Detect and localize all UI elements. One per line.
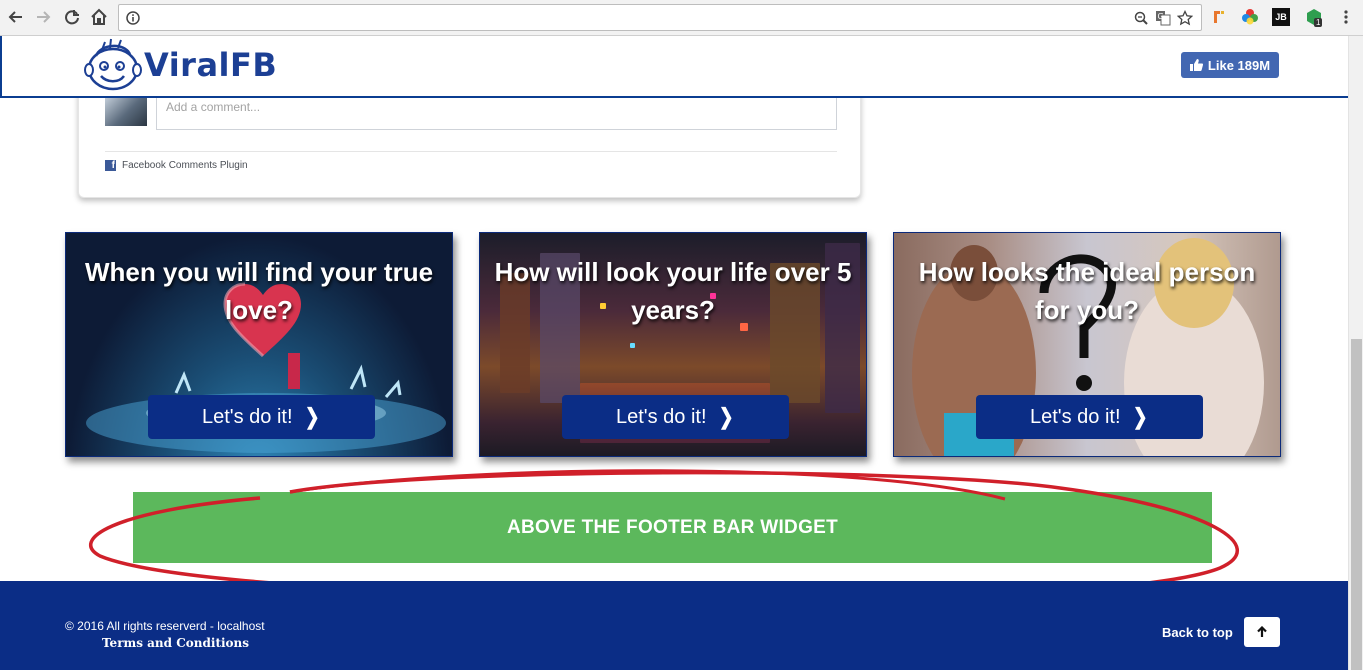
- back-icon[interactable]: [5, 6, 27, 28]
- lets-do-it-button[interactable]: Let's do it! ❯: [562, 395, 789, 439]
- forward-icon[interactable]: [32, 6, 54, 28]
- page-scrollbar[interactable]: [1348, 36, 1363, 670]
- button-label: Let's do it!: [202, 405, 293, 428]
- translate-icon[interactable]: G: [1154, 9, 1172, 27]
- quiz-card-life-five-years[interactable]: How will look your life over 5 years? Le…: [479, 232, 867, 457]
- facebook-icon: f: [105, 160, 116, 171]
- address-bar[interactable]: G: [118, 4, 1202, 31]
- logo-mascot-icon[interactable]: [84, 38, 142, 94]
- quiz-card-ideal-person[interactable]: How looks the ideal person for you? Let'…: [893, 232, 1281, 457]
- terms-link[interactable]: Terms and Conditions: [102, 636, 249, 650]
- extension-1-icon[interactable]: [1210, 8, 1228, 26]
- home-icon[interactable]: [88, 6, 110, 28]
- facebook-like-button[interactable]: Like 189M: [1181, 52, 1279, 78]
- svg-text:G: G: [1158, 12, 1164, 21]
- button-label: Let's do it!: [1030, 405, 1121, 428]
- chevron-right-icon: ❯: [718, 404, 734, 429]
- quiz-card-true-love[interactable]: When you will find your true love? Let's…: [65, 232, 453, 457]
- card-title: How will look your life over 5 years?: [494, 257, 852, 325]
- browser-toolbar: G JB 1: [0, 0, 1363, 36]
- avatar: [105, 94, 147, 126]
- card-title: When you will find your true love?: [84, 257, 434, 325]
- button-label: Let's do it!: [616, 405, 707, 428]
- facebook-comments-plugin-link[interactable]: f Facebook Comments Plugin: [105, 160, 248, 171]
- reload-icon[interactable]: [61, 6, 83, 28]
- chevron-right-icon: ❯: [1132, 404, 1148, 429]
- extension-badge: 1: [1314, 18, 1323, 27]
- back-to-top-label[interactable]: Back to top: [1162, 625, 1233, 640]
- extension-2-icon[interactable]: [1241, 8, 1259, 26]
- lets-do-it-button[interactable]: Let's do it! ❯: [148, 395, 375, 439]
- arrow-up-icon: [1257, 626, 1267, 637]
- above-footer-widget: ABOVE THE FOOTER BAR WIDGET: [133, 492, 1212, 563]
- thumbs-up-icon: [1189, 59, 1203, 71]
- info-icon[interactable]: [124, 9, 142, 27]
- card-title: How looks the ideal person for you?: [918, 257, 1256, 325]
- chevron-right-icon: ❯: [304, 404, 320, 429]
- back-to-top-button[interactable]: [1244, 617, 1280, 647]
- logo-text[interactable]: ViralFB: [144, 46, 277, 84]
- divider: [105, 151, 837, 152]
- jb-extension-icon[interactable]: JB: [1272, 8, 1290, 26]
- lets-do-it-button[interactable]: Let's do it! ❯: [976, 395, 1203, 439]
- site-footer: © 2016 All rights reserverd - localhost …: [0, 581, 1348, 670]
- like-count-label: Like 189M: [1207, 57, 1271, 73]
- copyright-text: © 2016 All rights reserverd - localhost: [65, 619, 265, 633]
- zoom-icon[interactable]: [1132, 9, 1150, 27]
- extension-4-icon[interactable]: 1: [1305, 8, 1323, 27]
- menu-icon[interactable]: [1337, 8, 1355, 26]
- plugin-label: Facebook Comments Plugin: [122, 160, 248, 171]
- site-header: ViralFB Like 189M: [0, 36, 1348, 98]
- scrollbar-thumb[interactable]: [1351, 339, 1362, 670]
- bookmark-star-icon[interactable]: [1176, 9, 1194, 27]
- web-page: Add a comment... f Facebook Comments Plu…: [0, 36, 1348, 670]
